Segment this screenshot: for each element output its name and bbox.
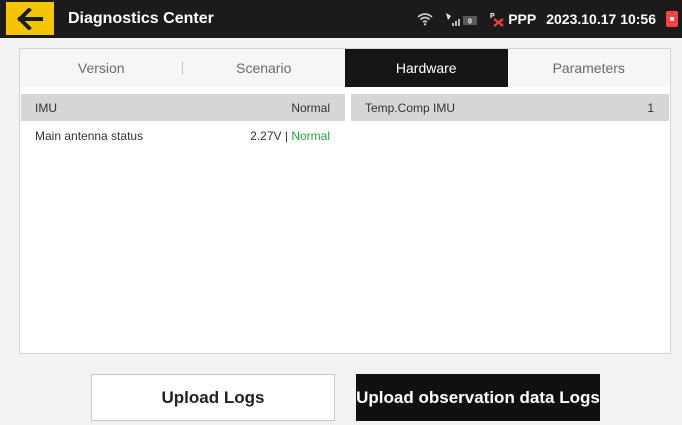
row-value: 1 — [647, 100, 654, 115]
status-bar: 0 P PPP 2023.10.17 10:56 — [417, 0, 678, 38]
wifi-icon — [417, 13, 433, 26]
row-label: Temp.Comp IMU — [365, 100, 456, 115]
satellite-signal-icon: 0 — [446, 13, 478, 26]
hardware-row-imu: IMU Normal — [21, 94, 345, 121]
upload-observation-logs-button[interactable]: Upload observation data Logs — [356, 374, 600, 421]
antenna-status: Normal — [291, 128, 330, 143]
tab-hardware[interactable]: Hardware — [345, 49, 508, 87]
hardware-left-column: IMU Normal Main antenna status 2.27V | N… — [21, 94, 345, 349]
row-value: Normal — [291, 100, 330, 115]
back-button[interactable] — [6, 2, 54, 35]
antenna-voltage: 2.27V | — [250, 128, 292, 143]
top-bar: Diagnostics Center 0 P PPP 2023.10.17 10… — [0, 0, 682, 38]
row-label: IMU — [35, 100, 57, 115]
upload-logs-button[interactable]: Upload Logs — [91, 374, 335, 421]
tab-scenario[interactable]: Scenario — [183, 49, 346, 87]
tab-version[interactable]: Version — [20, 49, 183, 87]
hardware-row-main-antenna: Main antenna status 2.27V | Normal — [21, 122, 345, 149]
hardware-row-temp-comp-imu: Temp.Comp IMU 1 — [351, 94, 669, 121]
page-title: Diagnostics Center — [68, 10, 214, 27]
ppp-error-icon: P — [490, 13, 504, 27]
battery-low-icon — [666, 11, 678, 27]
clock: 2023.10.17 10:56 — [546, 11, 656, 27]
diagnostics-panel: Version Scenario Hardware Parameters IMU… — [19, 48, 671, 354]
tab-bar: Version Scenario Hardware Parameters — [20, 49, 670, 87]
tab-parameters[interactable]: Parameters — [508, 49, 671, 87]
ppp-status: P PPP — [489, 11, 536, 27]
signal-count: 0 — [468, 19, 472, 26]
ppp-label: PPP — [508, 11, 537, 27]
hardware-right-column: Temp.Comp IMU 1 — [351, 94, 669, 349]
row-value: 2.27V | Normal — [250, 129, 330, 143]
arrow-left-icon — [17, 7, 43, 30]
row-label: Main antenna status — [35, 128, 144, 143]
